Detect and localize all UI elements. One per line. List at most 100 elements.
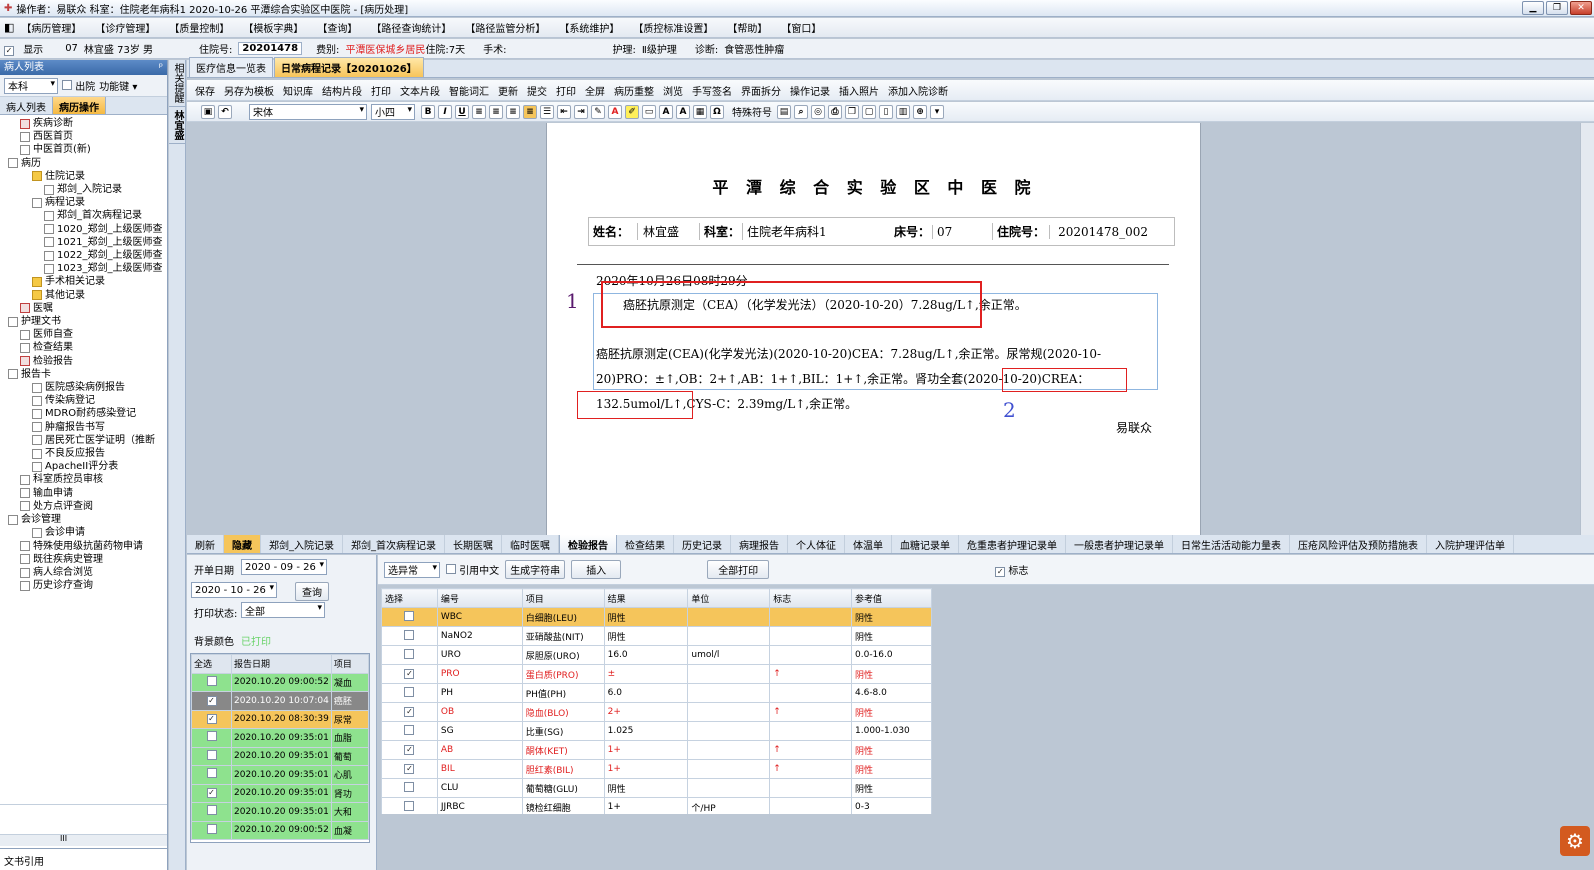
bottom-tab[interactable]: 隐藏 — [224, 535, 261, 553]
layout-icon[interactable]: ▥ — [896, 104, 910, 119]
bold-icon[interactable]: B — [421, 104, 435, 119]
menu-item[interactable]: 【路径监管分析】 — [458, 20, 552, 35]
tree-item[interactable]: 会诊管理 — [8, 513, 167, 526]
page-icon[interactable]: ▯ — [879, 104, 893, 119]
font-family-select[interactable]: 宋体 — [249, 103, 367, 120]
justify-icon[interactable]: ≡ — [523, 104, 537, 119]
tree-item[interactable]: 西医首页 — [8, 130, 167, 143]
outdent-icon[interactable]: ⇤ — [557, 104, 571, 119]
lab-select-cell[interactable] — [381, 645, 438, 665]
bottom-tab[interactable]: 体温单 — [845, 535, 892, 553]
menu-item[interactable]: 【质量控制】 — [162, 20, 236, 35]
tree-item[interactable]: 检验报告 — [8, 355, 167, 368]
bottom-tab[interactable]: 历史记录 — [674, 535, 731, 553]
menu-item[interactable]: 【病历管理】 — [14, 20, 88, 35]
select-all-header[interactable]: 全选 — [191, 654, 232, 674]
minimize-button[interactable]: ▁ — [1522, 1, 1544, 15]
tree-item[interactable]: 输血申请 — [8, 487, 167, 500]
toolbar-button[interactable]: 插入照片 — [839, 83, 879, 98]
toolbar-button[interactable]: 界面拆分 — [741, 83, 781, 98]
document-scrollbar[interactable] — [1580, 123, 1594, 535]
binoculars-icon[interactable]: ◎ — [811, 104, 825, 119]
tree-item[interactable]: 检查结果 — [8, 341, 167, 354]
tree-item[interactable]: 居民死亡医学证明（推断 — [8, 434, 167, 447]
align-left-icon[interactable]: ≡ — [472, 104, 486, 119]
spell-icon[interactable]: A — [659, 104, 673, 119]
lab-row[interactable]: JJRBC 镜检红细胞 1+ 个/HP 0-3 — [381, 797, 932, 814]
row-checkbox[interactable] — [206, 675, 217, 686]
tree-item[interactable]: 医嘱 — [8, 302, 167, 315]
menu-item[interactable]: 【系统维护】 — [552, 20, 626, 35]
menu-item[interactable]: 【路径查询统计】 — [364, 20, 458, 35]
report-select-cell[interactable] — [191, 802, 232, 822]
bottom-tab[interactable]: 压疮风险评估及预防措施表 — [1290, 535, 1427, 553]
undo-icon[interactable]: ↶ — [218, 104, 232, 119]
toolbar-button[interactable]: 全屏 — [585, 83, 605, 98]
lab-select-cell[interactable]: ✓ — [381, 740, 438, 760]
report-select-cell[interactable]: ✓ — [191, 691, 232, 711]
scope-select[interactable]: 本科 — [4, 77, 58, 94]
tree-item[interactable]: 医院感染病例报告 — [8, 381, 167, 394]
toolbar-button[interactable]: 浏览 — [663, 83, 683, 98]
lab-select-cell[interactable] — [381, 778, 438, 798]
tree-item[interactable]: 中医首页(新) — [8, 143, 167, 156]
horizontal-scrollbar[interactable]: III — [0, 834, 167, 846]
print-all-button[interactable]: 全部打印 — [707, 560, 770, 579]
indent-icon[interactable]: ⇥ — [574, 104, 588, 119]
row-checkbox[interactable] — [206, 805, 217, 816]
row-checkbox[interactable] — [404, 629, 415, 640]
align-center-icon[interactable]: ≡ — [489, 104, 503, 119]
row-checkbox[interactable] — [206, 731, 217, 742]
show-checkbox[interactable]: ✓ 显示 — [4, 41, 49, 56]
tree-item[interactable]: 不良反应报告 — [8, 447, 167, 460]
toolbar-button[interactable]: 更新 — [498, 83, 518, 98]
row-checkbox[interactable] — [404, 781, 415, 792]
tree-item[interactable]: ApacheII评分表 — [8, 460, 167, 473]
toolbar-button[interactable]: 智能词汇 — [449, 83, 489, 98]
toolbar-button[interactable]: 打印 — [371, 83, 391, 98]
report-row[interactable]: 2020.10.20 09:00:52 血凝 — [191, 820, 369, 840]
tree-item[interactable]: 郑剑_入院记录 — [8, 183, 167, 196]
tree-item[interactable]: MDRO耐药感染登记 — [8, 407, 167, 420]
row-checkbox[interactable]: ✓ — [206, 788, 217, 799]
bottom-tab[interactable]: 日常生活活动能力量表 — [1173, 535, 1290, 553]
menu-item[interactable]: 【诊疗管理】 — [88, 20, 162, 35]
save-icon[interactable]: ▣ — [201, 104, 215, 119]
zoom-icon[interactable]: ⊕ — [913, 104, 927, 119]
tree-item[interactable]: 住院记录 — [8, 170, 167, 183]
lab-row[interactable]: ✓ BIL 胆红素(BIL) 1+ ↑ 阴性 — [381, 759, 932, 779]
font-color-icon[interactable]: A — [608, 104, 622, 119]
bottom-tab[interactable]: 临时医嘱 — [502, 535, 559, 553]
start-date-input[interactable]: 2020 - 09 - 26 — [241, 559, 327, 575]
row-checkbox[interactable] — [404, 648, 415, 659]
tree-item[interactable]: 特殊使用级抗菌药物申请 — [8, 540, 167, 553]
bottom-tab[interactable]: 检查结果 — [617, 535, 674, 553]
restore-button[interactable]: ❐ — [1546, 1, 1568, 15]
toolbar-button[interactable]: 文本片段 — [400, 83, 440, 98]
report-row[interactable]: ✓ 2020.10.20 08:30:39 尿常 — [191, 709, 369, 729]
report-select-cell[interactable] — [191, 765, 232, 785]
tree-item[interactable]: 护理文书 — [8, 315, 167, 328]
toolbar-button[interactable]: 添加入院诊断 — [888, 83, 948, 98]
paste-icon[interactable]: ▢ — [862, 104, 876, 119]
lab-select-cell[interactable] — [381, 797, 438, 814]
lab-row[interactable]: URO 尿胆原(URO) 16.0 umol/l 0.0-16.0 — [381, 645, 932, 665]
lab-select-cell[interactable]: ✓ — [381, 664, 438, 684]
row-checkbox[interactable]: ✓ — [404, 707, 415, 717]
bottom-tab[interactable]: 长期医嘱 — [445, 535, 502, 553]
menu-item[interactable]: 【帮助】 — [720, 20, 774, 35]
row-checkbox[interactable] — [206, 749, 217, 760]
lab-row[interactable]: CLU 葡萄糖(GLU) 阴性 阴性 — [381, 778, 932, 798]
generate-string-button[interactable]: 生成字符串 — [505, 560, 566, 579]
highlight-icon[interactable]: ✐ — [625, 104, 639, 119]
lab-row[interactable]: PH PH值(PH) 6.0 4.6-8.0 — [381, 683, 932, 703]
row-checkbox[interactable]: ✓ — [404, 745, 415, 755]
lab-row[interactable]: SG 比重(SG) 1.025 1.000-1.030 — [381, 721, 932, 741]
tree-item[interactable]: 病人综合浏览 — [8, 566, 167, 579]
italic-icon[interactable]: I — [438, 104, 452, 119]
lab-row[interactable]: ✓ AB 酮体(KET) 1+ ↑ 阴性 — [381, 740, 932, 760]
font-size-select[interactable]: 小四 — [371, 103, 415, 120]
special-symbol-button[interactable]: 特殊符号 — [732, 104, 772, 119]
chinese-checkbox[interactable]: 引用中文 — [446, 562, 499, 577]
tree-item[interactable]: 病程记录 — [8, 196, 167, 209]
